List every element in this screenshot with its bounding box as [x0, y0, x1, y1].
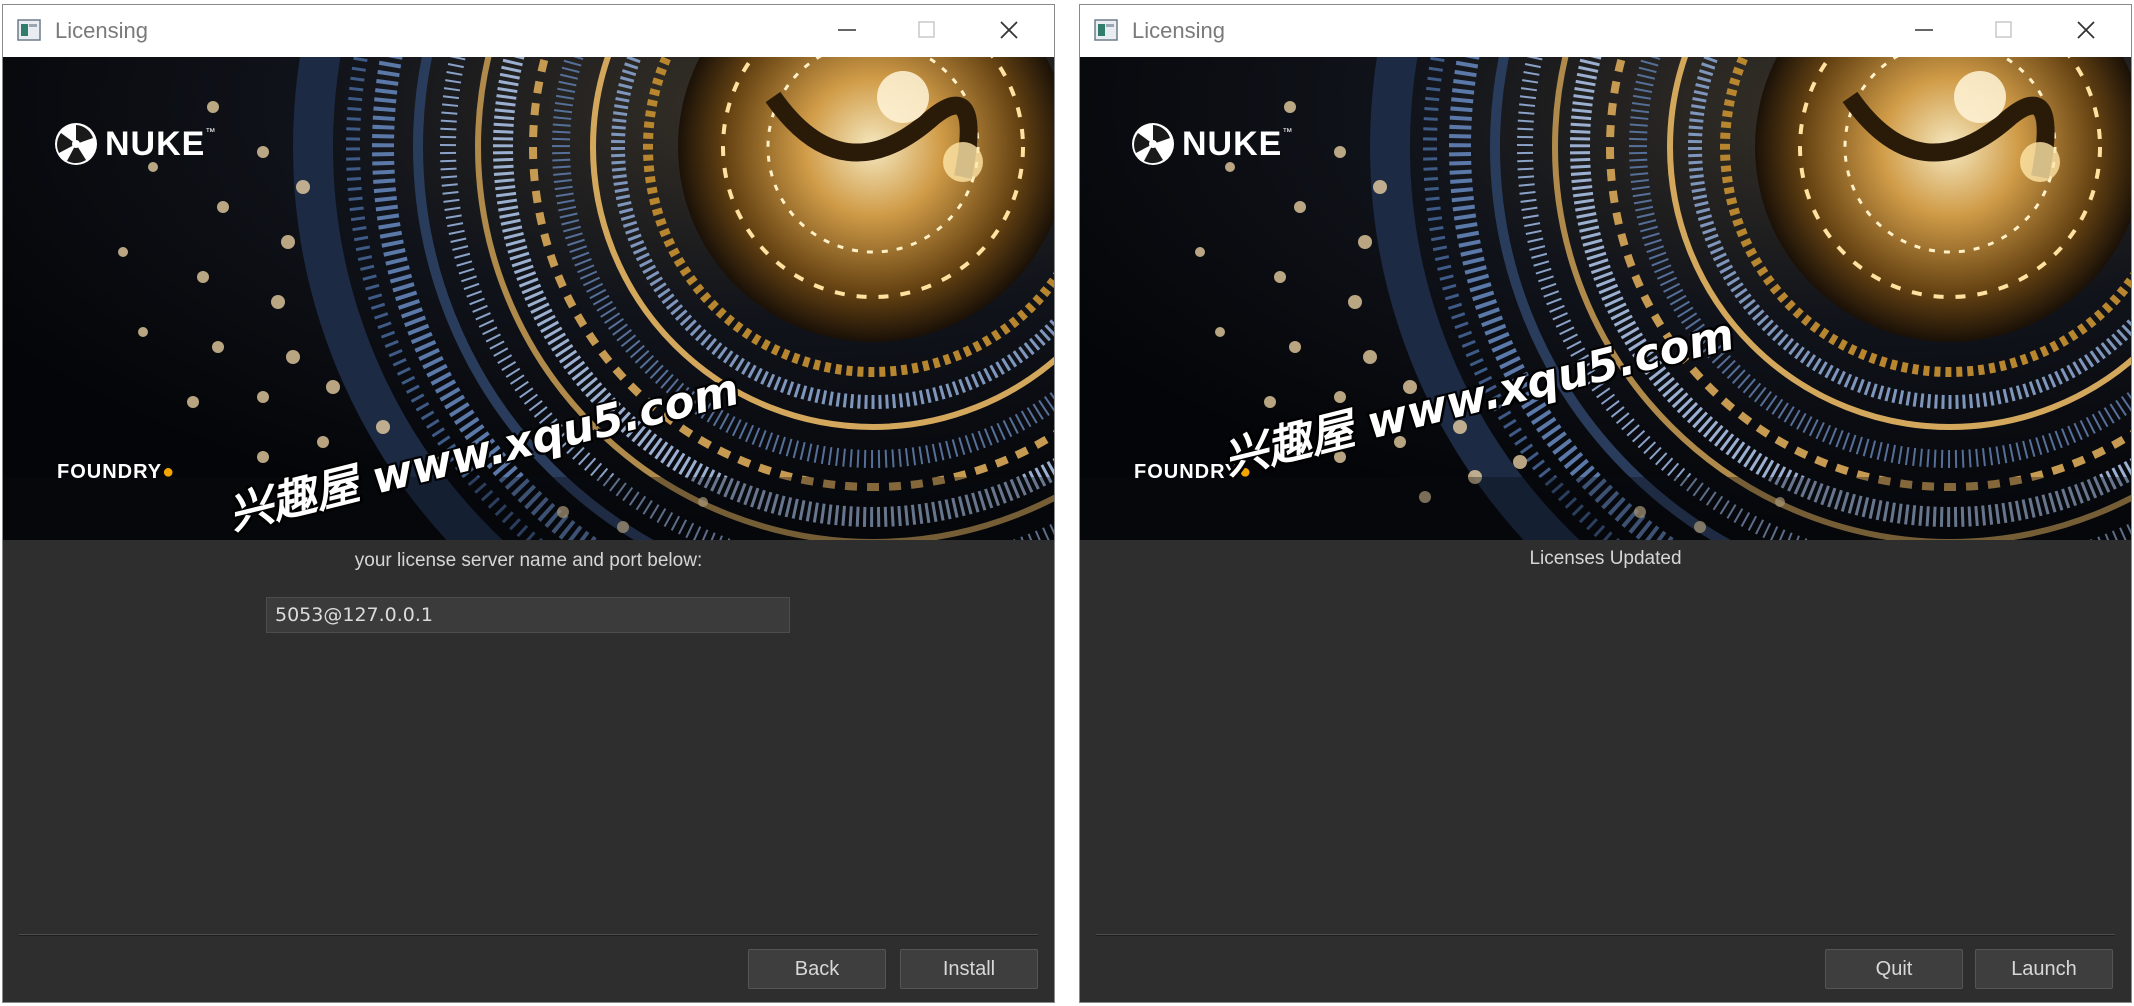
license-server-input[interactable]: [266, 597, 790, 633]
close-icon: [1000, 21, 1018, 39]
app-window-icon: [1094, 19, 1118, 41]
license-server-prompt: your license server name and port below:: [354, 550, 703, 571]
nuke-logo-icon: [55, 123, 97, 165]
product-name: NUKE: [1182, 124, 1283, 163]
close-button[interactable]: [2057, 5, 2117, 57]
close-icon: [2077, 21, 2095, 39]
licenses-status: Licenses Updated: [1529, 548, 1682, 569]
foundry-logo: FOUNDRY●: [57, 461, 176, 483]
maximize-button[interactable]: [1975, 5, 2035, 57]
licensing-window-right: Licensing NUKE ™ FOUNDRY● Licenses Updat…: [1079, 4, 2132, 1003]
close-button[interactable]: [980, 5, 1040, 57]
maximize-icon: [1995, 21, 2012, 38]
nuke-logo: NUKE ™: [53, 121, 215, 167]
title-bar: Licensing: [3, 5, 1054, 57]
maximize-icon: [918, 21, 935, 38]
licensing-window-left: Licensing NUKE ™ FOUNDRY● your license s…: [2, 4, 1055, 1003]
launch-button[interactable]: Launch: [1975, 949, 2113, 989]
app-window-icon: [17, 19, 41, 41]
window-title: Licensing: [1132, 18, 1225, 43]
nuke-logo: NUKE ™: [1130, 121, 1292, 167]
window-title: Licensing: [55, 18, 148, 43]
minimize-icon: [838, 29, 856, 31]
company-name: FOUNDRY: [1134, 461, 1240, 483]
footer-divider: [1096, 934, 2115, 936]
title-bar: Licensing: [1080, 5, 2131, 57]
back-button[interactable]: Back: [748, 949, 886, 989]
install-button[interactable]: Install: [900, 949, 1038, 989]
nuke-logo-icon: [1132, 123, 1174, 165]
quit-button[interactable]: Quit: [1825, 949, 1963, 989]
minimize-button[interactable]: [818, 5, 878, 57]
minimize-icon: [1915, 29, 1933, 31]
footer-divider: [19, 934, 1038, 936]
company-name: FOUNDRY: [57, 461, 163, 483]
product-name: NUKE: [105, 124, 206, 163]
maximize-button[interactable]: [898, 5, 958, 57]
minimize-button[interactable]: [1895, 5, 1955, 57]
